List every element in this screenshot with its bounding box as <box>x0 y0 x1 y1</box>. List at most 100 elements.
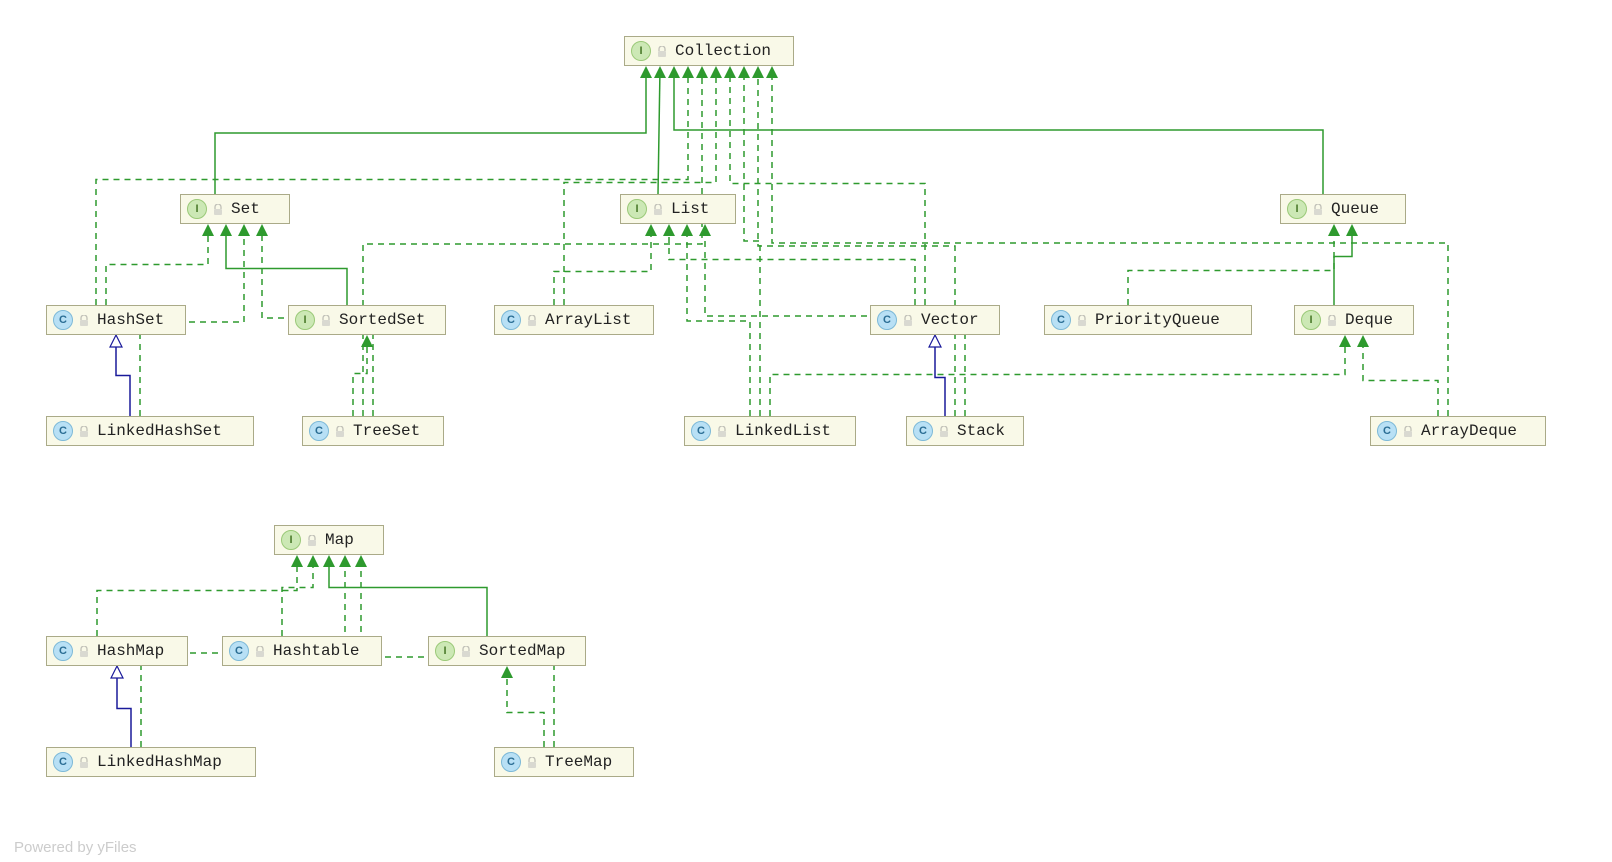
node-set[interactable]: ISet <box>180 194 290 224</box>
node-collection[interactable]: ICollection <box>624 36 794 66</box>
edge-treeset-to-collection <box>363 68 702 416</box>
edge-vector-to-collection <box>730 68 925 305</box>
arrowhead <box>361 335 373 347</box>
node-arraydeque[interactable]: C ArrayDeque <box>1370 416 1546 446</box>
node-label: PriorityQueue <box>1095 311 1220 329</box>
edge-arraylist-to-collection <box>564 68 716 305</box>
node-label: TreeSet <box>353 422 420 440</box>
arrowhead <box>1339 335 1351 347</box>
edge-deque-to-queue <box>1334 226 1352 305</box>
interface-icon: I <box>187 199 207 219</box>
edge-stack-to-collection <box>758 68 955 416</box>
lock-icon <box>939 425 949 437</box>
lock-icon <box>79 645 89 657</box>
edge-priorityqueue-to-queue <box>1128 226 1334 305</box>
arrowhead <box>710 66 722 78</box>
node-stack[interactable]: C Stack <box>906 416 1024 446</box>
node-label: Hashtable <box>273 642 359 660</box>
node-hashmap[interactable]: CHashMap <box>46 636 188 666</box>
node-deque[interactable]: IDeque <box>1294 305 1414 335</box>
class-icon: C <box>53 310 73 330</box>
class-icon: C <box>309 421 329 441</box>
arrowhead <box>111 666 123 678</box>
node-sortedmap[interactable]: ISortedMap <box>428 636 586 666</box>
class-icon: C <box>53 641 73 661</box>
edge-hashmap-to-map <box>97 557 297 636</box>
node-label: SortedMap <box>479 642 565 660</box>
arrowhead <box>682 66 694 78</box>
class-icon: C <box>877 310 897 330</box>
node-linkedhashset[interactable]: CLinkedHashSet <box>46 416 254 446</box>
lock-icon <box>255 645 265 657</box>
class-icon: C <box>691 421 711 441</box>
edge-hashset-to-set <box>106 226 208 305</box>
arrowhead <box>663 224 675 236</box>
lock-icon <box>213 203 223 215</box>
arrowhead <box>355 555 367 567</box>
edge-arraylist-to-list <box>554 226 651 305</box>
edge-vector-to-list <box>669 226 915 305</box>
edge-hashset-to-collection <box>96 68 688 305</box>
node-vector[interactable]: CVector <box>870 305 1000 335</box>
class-icon: C <box>53 421 73 441</box>
edge-arraydeque-to-collection <box>772 68 1448 416</box>
footer-credit: Powered by yFiles <box>14 839 137 856</box>
arrowhead <box>724 66 736 78</box>
arrowhead <box>752 66 764 78</box>
node-hashset[interactable]: CHashSet <box>46 305 186 335</box>
node-label: List <box>671 200 709 218</box>
node-linkedhashmap[interactable]: CLinkedHashMap <box>46 747 256 777</box>
interface-icon: I <box>1301 310 1321 330</box>
node-treeset[interactable]: C TreeSet <box>302 416 444 446</box>
lock-icon <box>79 756 89 768</box>
node-label: ArrayDeque <box>1421 422 1517 440</box>
edge-linkedlist-to-deque <box>770 337 1345 416</box>
edge-list-to-collection <box>658 68 660 194</box>
arrowhead <box>696 66 708 78</box>
node-list[interactable]: IList <box>620 194 736 224</box>
lock-icon <box>335 425 345 437</box>
class-icon: C <box>1377 421 1397 441</box>
edge-arraydeque-to-deque <box>1363 337 1438 416</box>
lock-icon <box>1403 425 1413 437</box>
arrowhead <box>668 66 680 78</box>
class-icon: C <box>501 752 521 772</box>
edge-stack-to-vector <box>935 337 945 416</box>
node-linkedlist[interactable]: CLinkedList <box>684 416 856 446</box>
edge-queue-to-collection <box>674 68 1323 194</box>
edge-treemap-to-sortedmap <box>507 668 544 747</box>
arrowhead <box>699 224 711 236</box>
edge-linkedhashmap-to-hashmap <box>117 668 131 747</box>
lock-icon <box>307 534 317 546</box>
lock-icon <box>321 314 331 326</box>
node-arraylist[interactable]: CArrayList <box>494 305 654 335</box>
arrowhead <box>1357 335 1369 347</box>
interface-icon: I <box>281 530 301 550</box>
node-sortedset[interactable]: ISortedSet <box>288 305 446 335</box>
class-icon: C <box>913 421 933 441</box>
edge-sortedmap-to-map <box>329 557 487 636</box>
arrowhead <box>654 66 666 78</box>
node-queue[interactable]: I Queue <box>1280 194 1406 224</box>
class-icon: C <box>229 641 249 661</box>
lock-icon <box>1327 314 1337 326</box>
node-treemap[interactable]: CTreeMap <box>494 747 634 777</box>
arrowhead <box>256 224 268 236</box>
lock-icon <box>1313 203 1323 215</box>
node-label: Stack <box>957 422 1005 440</box>
arrowhead <box>766 66 778 78</box>
interface-icon: I <box>295 310 315 330</box>
arrowhead <box>202 224 214 236</box>
edge-set-to-collection <box>215 68 646 194</box>
node-priorityqueue[interactable]: CPriorityQueue <box>1044 305 1252 335</box>
arrowhead <box>307 555 319 567</box>
node-label: Queue <box>1331 200 1379 218</box>
interface-icon: I <box>1287 199 1307 219</box>
node-label: LinkedHashMap <box>97 753 222 771</box>
arrowhead <box>238 224 250 236</box>
node-map[interactable]: IMap <box>274 525 384 555</box>
node-hashtable[interactable]: C Hashtable <box>222 636 382 666</box>
lock-icon <box>527 314 537 326</box>
edge-linkedlist-to-list <box>687 226 750 416</box>
lock-icon <box>903 314 913 326</box>
